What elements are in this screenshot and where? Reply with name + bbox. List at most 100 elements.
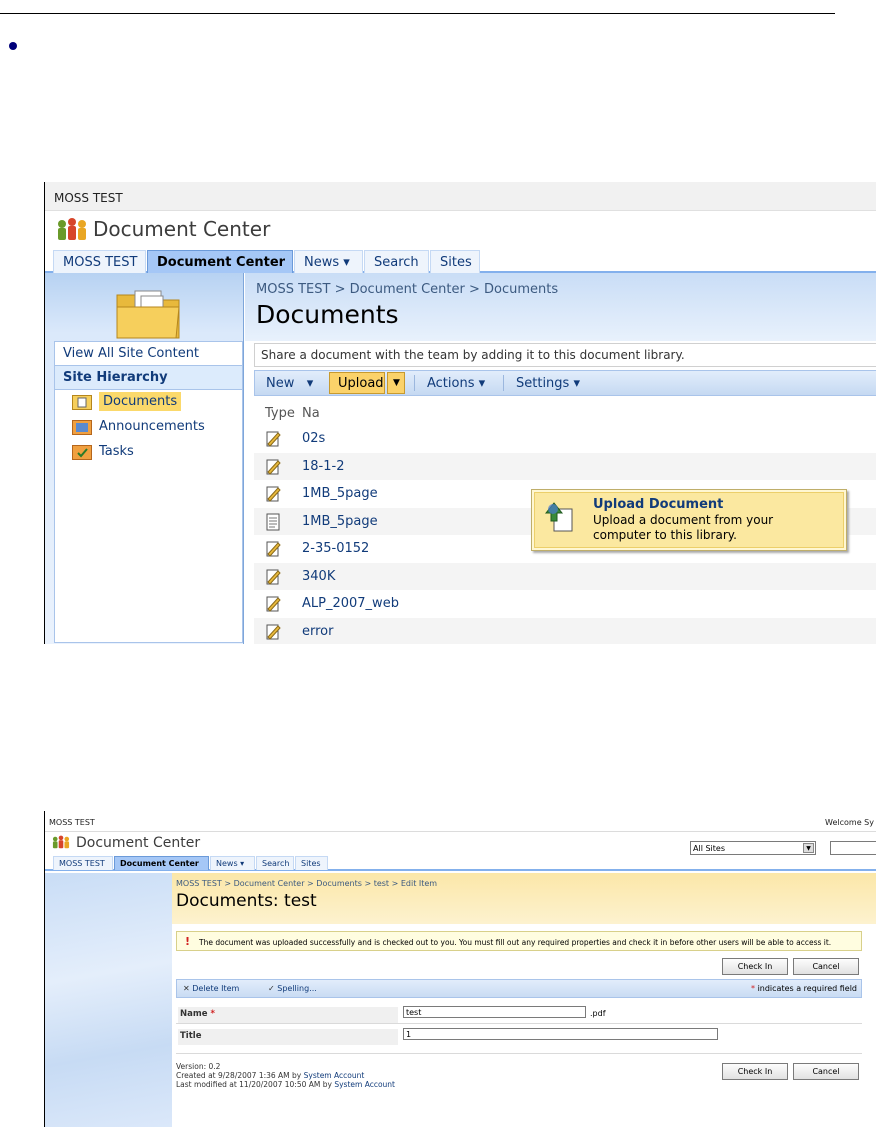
created-by-link[interactable]: System Account [304, 1071, 365, 1080]
chevron-down-icon: ▾ [343, 255, 350, 270]
new-menu-label: New [266, 376, 295, 391]
table-row[interactable]: 18-1-2 [254, 452, 876, 480]
document-name-link[interactable]: error [302, 624, 333, 639]
spelling-button[interactable]: ✓ Spelling... [268, 984, 317, 993]
pdf-file-icon [266, 459, 281, 475]
document-name-link[interactable]: 18-1-2 [302, 459, 344, 474]
spelling-label: Spelling... [277, 984, 317, 993]
name-input[interactable] [403, 1006, 586, 1018]
created-text: Created at 9/28/2007 1:36 AM by [176, 1071, 302, 1080]
nav-item-tasks[interactable]: Tasks [55, 440, 242, 465]
document-name-link[interactable]: 2-35-0152 [302, 541, 369, 556]
breadcrumb[interactable]: MOSS TEST > Document Center > Documents [256, 282, 558, 297]
new-menu[interactable]: New ▾ [266, 371, 313, 395]
name-field-label: Name * [178, 1007, 398, 1023]
welcome-menu[interactable]: Welcome Sy [825, 818, 874, 827]
pdf-file-icon [266, 624, 281, 640]
delete-item-button[interactable]: ✕ Delete Item [183, 984, 239, 993]
top-nav-tabs: MOSS TEST Document Center News ▾ Search … [45, 856, 876, 871]
quick-launch: View All Site Content Site Hierarchy Doc… [54, 341, 243, 643]
column-name[interactable]: Na [302, 406, 320, 421]
tab-sites[interactable]: Sites [430, 250, 480, 273]
upload-button[interactable]: Upload [329, 372, 385, 394]
library-toolbar: New ▾ Upload ▼ Actions ▾ Settings ▾ [254, 370, 876, 396]
tab-sites[interactable]: Sites [295, 856, 328, 870]
tab-search[interactable]: Search [364, 250, 429, 273]
left-column: View All Site Content Site Hierarchy Doc… [45, 273, 244, 644]
pdf-file-icon [266, 569, 281, 585]
cancel-button-bottom[interactable]: Cancel [793, 1063, 859, 1080]
tab-moss-test[interactable]: MOSS TEST [53, 856, 113, 870]
announcements-icon [72, 420, 92, 435]
form-toolbar: ✕ Delete Item ✓ Spelling... * indicates … [176, 979, 862, 998]
required-field-text: indicates a required field [757, 984, 857, 993]
document-name-link[interactable]: 1MB_5page [302, 514, 378, 529]
search-input[interactable] [830, 841, 876, 855]
settings-menu-label: Settings [516, 376, 570, 391]
screenshot-edit-item: MOSS TEST Welcome Sy Document Center All… [44, 811, 876, 1127]
chevron-down-icon: ▾ [573, 376, 580, 391]
close-icon: ✕ [183, 984, 190, 993]
title-field-row: Title [176, 1024, 862, 1054]
tab-news[interactable]: News ▾ [210, 856, 255, 870]
name-extension: .pdf [590, 1009, 606, 1018]
item-metadata: Version: 0.2 Created at 9/28/2007 1:36 A… [176, 1062, 476, 1089]
table-row[interactable]: 02s [254, 425, 876, 452]
top-nav-tabs: MOSS TEST Document Center News ▾ Search … [45, 250, 876, 273]
top-rule [0, 13, 835, 14]
modified-by-link[interactable]: System Account [334, 1080, 395, 1089]
page-title-area: MOSS TEST > Document Center > Documents … [245, 273, 876, 341]
table-row[interactable]: ALP_2007_web [254, 590, 876, 617]
site-hierarchy-heading[interactable]: Site Hierarchy [55, 366, 242, 390]
tab-document-center[interactable]: Document Center [147, 250, 293, 273]
view-all-site-content-link[interactable]: View All Site Content [55, 342, 242, 366]
tab-document-center[interactable]: Document Center [114, 856, 209, 870]
actions-menu[interactable]: Actions ▾ [427, 371, 485, 395]
settings-menu[interactable]: Settings ▾ [516, 371, 580, 395]
tab-search[interactable]: Search [256, 856, 294, 870]
site-bar-link[interactable]: MOSS TEST [54, 191, 123, 205]
library-folder-icon [116, 290, 180, 339]
nav-item-documents[interactable]: Documents [55, 390, 242, 415]
chevron-down-icon: ▾ [240, 859, 245, 868]
tab-news-label: News [216, 859, 238, 868]
site-header: Document Center [45, 211, 876, 250]
table-row[interactable]: 340K [254, 562, 876, 590]
upload-dropdown-arrow-icon[interactable]: ▼ [387, 372, 405, 394]
pdf-file-icon [266, 486, 281, 502]
column-header-row: Type Na [254, 400, 876, 425]
nav-item-announcements[interactable]: Announcements [55, 415, 242, 440]
tab-moss-test[interactable]: MOSS TEST [53, 250, 146, 273]
upload-document-menu-item[interactable]: Upload Document Upload a document from y… [534, 492, 844, 548]
site-bar-link[interactable]: MOSS TEST [49, 818, 95, 827]
cancel-button-top[interactable]: Cancel [793, 958, 859, 975]
document-name-link[interactable]: 02s [302, 431, 325, 446]
bullet-icon [9, 42, 17, 50]
screenshot-document-library: MOSS TEST Document Center MOSS TEST Docu… [44, 182, 876, 644]
document-name-link[interactable]: 340K [302, 569, 335, 584]
table-row[interactable]: error [254, 617, 876, 644]
tasks-icon [72, 445, 92, 460]
check-in-button-top[interactable]: Check In [722, 958, 788, 975]
name-label-text: Name [180, 1009, 208, 1019]
search-scope-select[interactable]: All Sites ▼ [690, 841, 816, 855]
check-in-button-bottom[interactable]: Check In [722, 1063, 788, 1080]
site-title[interactable]: Document Center [93, 217, 270, 241]
upload-document-icon [544, 502, 573, 532]
document-name-link[interactable]: ALP_2007_web [302, 596, 399, 611]
search-scope-value: All Sites [693, 844, 725, 853]
upload-document-title: Upload Document [593, 497, 724, 512]
chevron-down-icon: ▾ [478, 376, 486, 391]
tab-news[interactable]: News ▾ [294, 250, 363, 273]
toolbar-divider [503, 375, 504, 391]
document-name-link[interactable]: 1MB_5page [302, 486, 378, 501]
toolbar-divider [414, 375, 415, 391]
pdf-file-icon [266, 541, 281, 557]
chevron-down-icon: ▼ [803, 843, 814, 853]
created-line: Created at 9/28/2007 1:36 AM by System A… [176, 1071, 476, 1080]
column-type[interactable]: Type [265, 406, 295, 421]
warning-icon: ! [185, 935, 191, 948]
title-input[interactable] [403, 1028, 718, 1040]
breadcrumb[interactable]: MOSS TEST > Document Center > Documents … [176, 879, 437, 888]
site-title[interactable]: Document Center [76, 835, 200, 851]
